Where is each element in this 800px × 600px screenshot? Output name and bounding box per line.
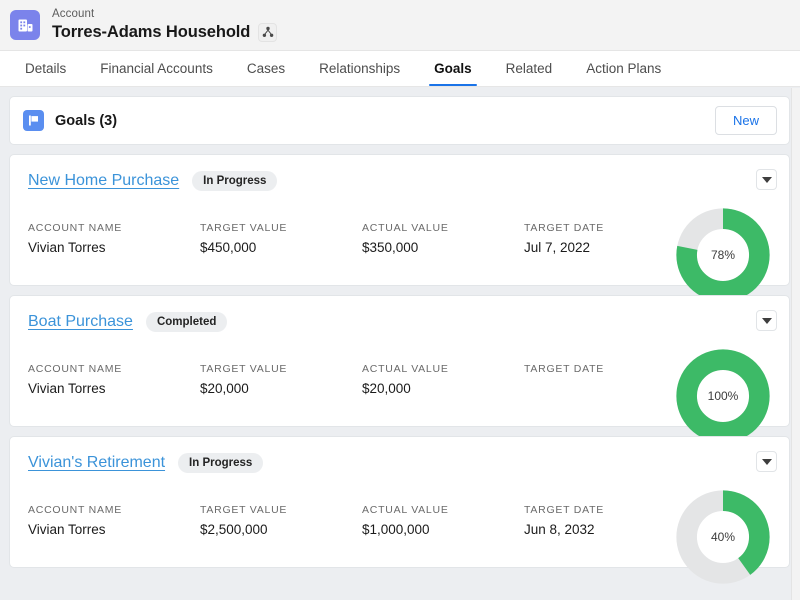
progress-percent-label: 40% xyxy=(710,530,736,544)
field-label-account-name: ACCOUNT NAME xyxy=(28,222,122,234)
field-value-account-name: Vivian Torres xyxy=(28,240,106,255)
progress-donut-chart: 40% xyxy=(675,489,771,585)
goal-name-link[interactable]: New Home Purchase xyxy=(28,172,179,190)
hierarchy-icon[interactable] xyxy=(258,22,278,42)
field-label-target-date: TARGET DATE xyxy=(524,363,605,375)
tab-financial-accounts[interactable]: Financial Accounts xyxy=(83,51,230,86)
progress-donut-chart: 78% xyxy=(675,207,771,303)
page-title: Torres-Adams Household xyxy=(52,23,251,42)
field-value-target-value: $450,000 xyxy=(200,240,257,255)
record-tabs: Details Financial Accounts Cases Relatio… xyxy=(0,51,800,87)
goals-list-region: Goals (3) New New Home Purchase In Progr… xyxy=(0,88,800,600)
goals-panel-title: Goals (3) xyxy=(55,112,118,129)
row-actions-chevron-down-icon[interactable] xyxy=(756,310,777,331)
field-label-target-date: TARGET DATE xyxy=(524,222,605,234)
tab-cases[interactable]: Cases xyxy=(230,51,302,86)
status-badge: Completed xyxy=(145,312,228,332)
field-value-account-name: Vivian Torres xyxy=(28,381,106,396)
field-value-target-value: $20,000 xyxy=(200,381,249,396)
tab-related[interactable]: Related xyxy=(489,51,570,86)
field-value-account-name: Vivian Torres xyxy=(28,522,106,537)
goal-name-link[interactable]: Vivian's Retirement xyxy=(28,454,165,472)
flag-icon xyxy=(23,110,44,131)
field-label-target-value: TARGET VALUE xyxy=(200,363,288,375)
field-value-target-date: Jun 8, 2032 xyxy=(524,522,595,537)
field-label-actual-value: ACTUAL VALUE xyxy=(362,363,449,375)
page-scrollbar[interactable] xyxy=(791,88,800,600)
tab-action-plans[interactable]: Action Plans xyxy=(569,51,678,86)
field-value-target-value: $2,500,000 xyxy=(200,522,268,537)
goal-card: New Home Purchase In Progress ACCOUNT NA… xyxy=(9,154,790,302)
field-label-target-value: TARGET VALUE xyxy=(200,504,288,516)
field-value-actual-value: $1,000,000 xyxy=(362,522,430,537)
field-label-target-date: TARGET DATE xyxy=(524,504,605,516)
account-goals-page: Account Torres-Adams Household Details F… xyxy=(0,0,800,600)
account-building-icon xyxy=(10,10,40,40)
progress-percent-label: 100% xyxy=(707,389,739,403)
tab-details[interactable]: Details xyxy=(8,51,83,86)
tab-goals[interactable]: Goals xyxy=(417,51,489,86)
field-label-target-value: TARGET VALUE xyxy=(200,222,288,234)
row-actions-chevron-down-icon[interactable] xyxy=(756,169,777,190)
progress-donut-chart: 100% xyxy=(675,348,771,444)
status-badge: In Progress xyxy=(192,171,278,191)
field-value-actual-value: $20,000 xyxy=(362,381,411,396)
field-label-actual-value: ACTUAL VALUE xyxy=(362,504,449,516)
status-badge: In Progress xyxy=(178,453,264,473)
field-value-target-date: Jul 7, 2022 xyxy=(524,240,591,255)
field-value-actual-value: $350,000 xyxy=(362,240,419,255)
goal-card: Vivian's Retirement In Progress ACCOUNT … xyxy=(9,436,790,584)
progress-percent-label: 78% xyxy=(710,248,736,262)
new-goal-button[interactable]: New xyxy=(714,106,777,135)
record-type-label: Account xyxy=(52,8,95,21)
goal-card: Boat Purchase Completed ACCOUNT NAME Viv… xyxy=(9,295,790,443)
field-label-account-name: ACCOUNT NAME xyxy=(28,363,122,375)
goals-summary-card: Goals (3) New xyxy=(9,96,790,145)
field-label-actual-value: ACTUAL VALUE xyxy=(362,222,449,234)
field-value-target-date xyxy=(524,381,674,398)
field-label-account-name: ACCOUNT NAME xyxy=(28,504,122,516)
tab-relationships[interactable]: Relationships xyxy=(302,51,417,86)
goal-name-link[interactable]: Boat Purchase xyxy=(28,313,133,331)
record-header: Account Torres-Adams Household xyxy=(0,0,800,51)
row-actions-chevron-down-icon[interactable] xyxy=(756,451,777,472)
